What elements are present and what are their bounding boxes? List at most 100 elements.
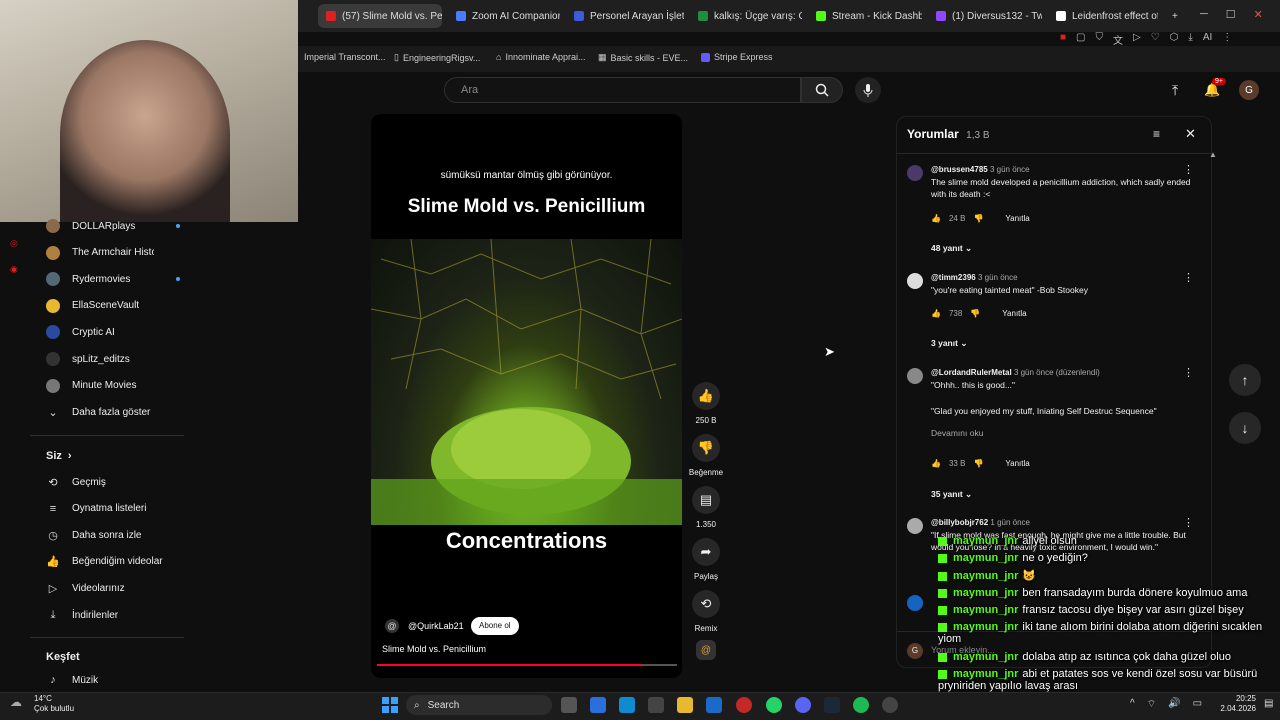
sidebar-item-subscription[interactable]: DOLLARplays bbox=[46, 215, 180, 237]
like-button[interactable]: 👍 bbox=[692, 382, 720, 410]
next-short-button[interactable]: ↓ bbox=[1229, 412, 1261, 444]
target-icon[interactable]: ◉ bbox=[10, 256, 22, 282]
download-icon[interactable]: ⤓ bbox=[1188, 32, 1192, 46]
sidebar-item-subscription[interactable]: spLitz_editzs bbox=[46, 348, 154, 370]
replies-toggle[interactable]: 48 yanıt ⌄ bbox=[931, 243, 972, 254]
more-options-icon[interactable]: ⋮ bbox=[1183, 516, 1194, 529]
comment-author[interactable]: @LordandRulerMetal bbox=[931, 368, 1012, 377]
puzzle-icon[interactable]: ⬡ bbox=[1170, 32, 1179, 46]
more-options-icon[interactable]: ⋮ bbox=[1183, 163, 1194, 176]
replies-toggle[interactable]: 3 yanıt ⌄ bbox=[931, 338, 967, 349]
thumbs-up-icon[interactable]: 👍 bbox=[931, 214, 941, 223]
sidebar-item-you[interactable]: ◷ Daha sonra izle bbox=[46, 524, 141, 546]
comment-author[interactable]: @timm2396 bbox=[931, 273, 976, 282]
avatar[interactable] bbox=[907, 368, 923, 384]
sound-thumbnail[interactable]: @ bbox=[696, 640, 716, 660]
copilot-icon[interactable] bbox=[590, 697, 606, 713]
you-section-header[interactable]: Siz › bbox=[46, 445, 72, 467]
sidebar-item-you[interactable]: ⟲ Geçmiş bbox=[46, 471, 106, 493]
thumbs-down-icon[interactable]: 👎 bbox=[973, 459, 983, 468]
screenshot-icon[interactable]: ▢ bbox=[1076, 32, 1085, 46]
heart-icon[interactable]: ♡ bbox=[1151, 32, 1160, 46]
subscribe-button[interactable]: Abone ol bbox=[471, 617, 519, 635]
comment-author[interactable]: @billybobjr762 bbox=[931, 518, 988, 527]
read-more-link[interactable]: Devamını oku bbox=[931, 427, 1201, 439]
network-icon[interactable]: ⌔ bbox=[1147, 698, 1156, 711]
weather-widget[interactable]: 14°C Çok bulutlu bbox=[34, 694, 74, 714]
store-icon[interactable] bbox=[648, 697, 664, 713]
thumbs-up-icon[interactable]: 👍 bbox=[931, 459, 941, 468]
comment-author[interactable]: @brussen4785 bbox=[931, 165, 988, 174]
bookmark-item[interactable]: ▯ EngineeringRigsv... bbox=[394, 52, 480, 63]
voice-search-button[interactable] bbox=[855, 77, 881, 103]
reply-button[interactable]: Yanıtla bbox=[1005, 459, 1029, 468]
sidebar-item-you[interactable]: ≡ Oynatma listeleri bbox=[46, 498, 147, 520]
browser-tab[interactable]: Stream - Kick Dashboar bbox=[808, 4, 922, 28]
sidebar-item-you[interactable]: ▷ Videolarınız bbox=[46, 577, 125, 599]
file-explorer-icon[interactable] bbox=[677, 697, 693, 713]
channel-name[interactable]: @QuirkLab21 bbox=[408, 621, 464, 631]
browser-tab[interactable]: kalkış: Üçge varış: Göld bbox=[690, 4, 802, 28]
task-view-icon[interactable] bbox=[561, 697, 577, 713]
play-icon[interactable]: ▷ bbox=[1133, 32, 1141, 46]
remix-button[interactable]: ⟲ bbox=[692, 590, 720, 618]
edge-icon[interactable] bbox=[619, 697, 635, 713]
share-button[interactable]: ➦ bbox=[692, 538, 720, 566]
thumbs-down-icon[interactable]: 👎 bbox=[973, 214, 983, 223]
avatar[interactable] bbox=[907, 273, 923, 289]
ai-icon[interactable]: AI bbox=[1203, 32, 1212, 46]
whatsapp-icon[interactable] bbox=[766, 697, 782, 713]
short-video-player[interactable]: sümüksü mantar ölmüş gibi görünüyor. Sli… bbox=[371, 114, 682, 678]
browser-tab[interactable]: Zoom AI Companion bbox=[448, 4, 560, 28]
notification-center-icon[interactable]: ▤ bbox=[1264, 698, 1273, 709]
spotify-icon[interactable] bbox=[853, 697, 869, 713]
browser-tab[interactable]: (57) Slime Mold vs. Pe bbox=[318, 4, 442, 28]
weather-icon[interactable]: ☁ bbox=[10, 695, 22, 709]
new-tab-button[interactable]: + bbox=[1164, 4, 1186, 28]
close-window-icon[interactable]: ✕ bbox=[1254, 8, 1263, 21]
chevron-up-icon[interactable]: ^ bbox=[1130, 698, 1135, 711]
volume-icon[interactable]: 🔊 bbox=[1168, 698, 1180, 711]
reply-button[interactable]: Yanıtla bbox=[1002, 309, 1026, 318]
sidebar-item-subscription[interactable]: EllaSceneVault bbox=[46, 295, 154, 317]
bookmark-item[interactable]: Stripe Express bbox=[701, 52, 773, 62]
show-more-button[interactable]: ⌄ Daha fazla göster bbox=[46, 401, 150, 423]
reply-button[interactable]: Yanıtla bbox=[1005, 214, 1029, 223]
channel-avatar[interactable]: @ bbox=[385, 619, 399, 633]
taskbar-search[interactable]: ⌕ Search bbox=[406, 695, 552, 715]
comments-button[interactable]: ▤ bbox=[692, 486, 720, 514]
bookmark-item[interactable]: Imperial Transcont... bbox=[304, 52, 386, 62]
bookmark-item[interactable]: ▦ Basic skills - EVE... bbox=[598, 52, 688, 63]
notifications-button[interactable]: 🔔 9+ bbox=[1204, 78, 1226, 98]
sort-icon[interactable]: ≡ bbox=[1153, 127, 1160, 141]
sidebar-item-subscription[interactable]: Cryptic AI bbox=[46, 321, 154, 343]
upload-icon[interactable]: ⤒ bbox=[1172, 82, 1178, 99]
search-button[interactable] bbox=[801, 77, 843, 103]
sidebar-item-subscription[interactable]: Rydermovies bbox=[46, 268, 180, 290]
browser-tab[interactable]: Leidenfrost effect of a s bbox=[1048, 4, 1158, 28]
minimize-icon[interactable]: ─ bbox=[1200, 8, 1208, 21]
record-icon[interactable]: ◎ bbox=[10, 230, 22, 256]
extension-icon[interactable]: ■ bbox=[1060, 32, 1066, 46]
thumbs-down-icon[interactable]: 👎 bbox=[970, 309, 980, 318]
battery-icon[interactable]: ▭ bbox=[1193, 698, 1202, 711]
sidebar-item-subscription[interactable]: Minute Movies bbox=[46, 375, 154, 397]
avatar[interactable] bbox=[907, 518, 923, 534]
bookmark-item[interactable]: ⌂ Innominate Apprai... bbox=[496, 52, 586, 62]
obs-icon[interactable] bbox=[882, 697, 898, 713]
replies-toggle[interactable]: 35 yanıt ⌄ bbox=[931, 489, 972, 500]
opera-icon[interactable] bbox=[736, 697, 752, 713]
discord-icon[interactable] bbox=[795, 697, 811, 713]
dislike-button[interactable]: 👎 bbox=[692, 434, 720, 462]
steam-icon[interactable] bbox=[824, 697, 840, 713]
avatar[interactable]: G bbox=[1239, 80, 1259, 100]
maximize-icon[interactable]: ☐ bbox=[1226, 8, 1236, 21]
avatar[interactable] bbox=[907, 165, 923, 181]
search-input[interactable]: Ara bbox=[444, 77, 801, 103]
sidebar-item-subscription[interactable]: The Armchair Histo... bbox=[46, 242, 154, 264]
sidebar-item-you[interactable]: ⤓ İndirilenler bbox=[46, 604, 119, 626]
previous-short-button[interactable]: ↑ bbox=[1229, 364, 1261, 396]
shield-icon[interactable]: ⛉ bbox=[1096, 32, 1104, 46]
start-button[interactable] bbox=[382, 697, 398, 713]
thumbs-up-icon[interactable]: 👍 bbox=[931, 309, 941, 318]
